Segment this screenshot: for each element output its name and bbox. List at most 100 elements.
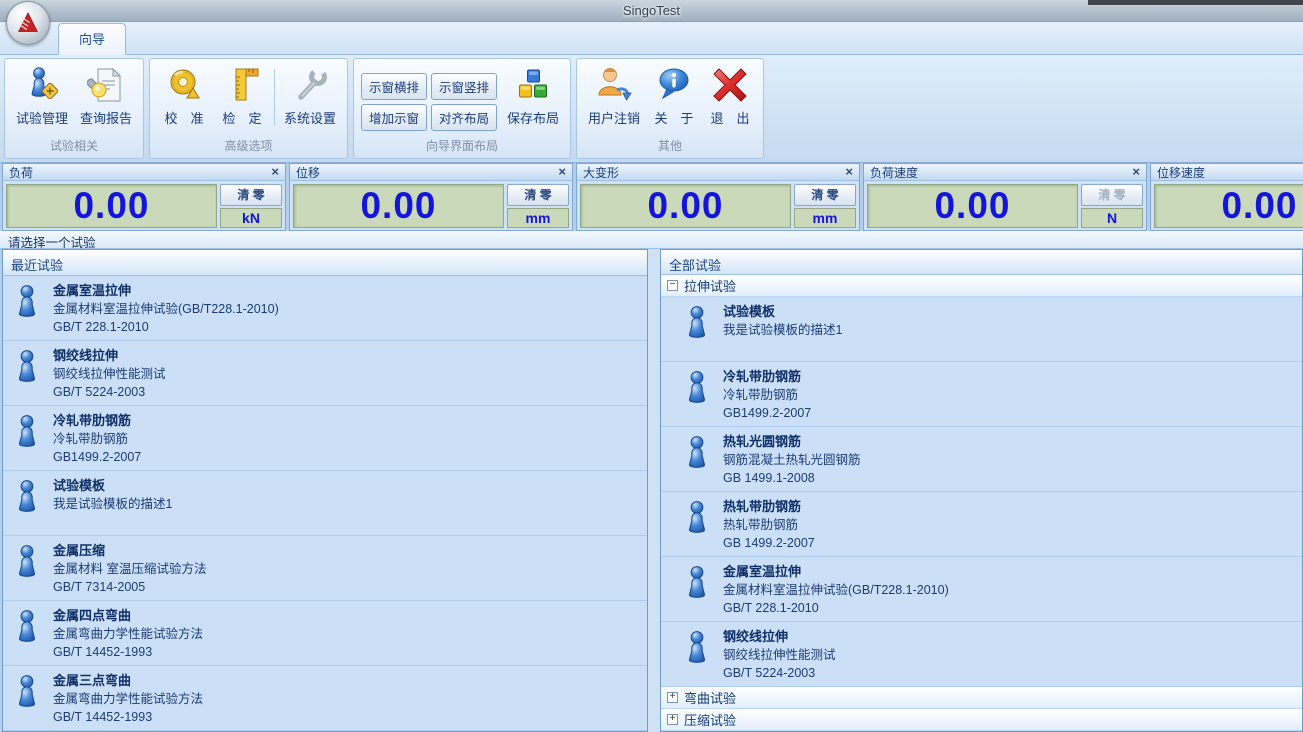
test-title: 冷轧带肋钢筋 — [723, 367, 811, 386]
test-list-item[interactable]: 试验模板 我是试验模板的描述1 — [661, 297, 1302, 362]
title-bar: SingoTest — [0, 0, 1303, 22]
gauge-large-deformation: 大变形 × 0.00 清 零 mm — [576, 163, 860, 231]
gauge-load-speed: 负荷速度 × 0.00 清 零 N — [863, 163, 1147, 231]
gauge-title: 负荷速度 — [870, 164, 918, 181]
test-description: 我是试验模板的描述1 — [723, 321, 842, 339]
test-standard: GB/T 228.1-2010 — [53, 318, 279, 336]
test-group-row[interactable]: + 压缩试验 — [661, 709, 1302, 731]
zero-button[interactable]: 清 零 — [794, 184, 856, 206]
user-logout-icon — [595, 66, 633, 104]
test-description: 金属材料 室温压缩试验方法 — [53, 560, 206, 578]
recent-tests-header: 最近试验 — [3, 250, 647, 276]
gauge-title: 位移速度 — [1157, 164, 1205, 181]
test-standard: GB/T 14452-1993 — [53, 708, 203, 726]
wrench-icon — [291, 66, 329, 104]
test-list-item[interactable]: 钢绞线拉伸 钢绞线拉伸性能测试 GB/T 5224-2003 — [3, 341, 647, 406]
test-list-item[interactable]: 金属三点弯曲 金属弯曲力学性能试验方法 GB/T 14452-1993 — [3, 666, 647, 731]
test-manager-icon — [23, 66, 61, 104]
system-settings-button[interactable]: 系统设置 — [278, 63, 342, 127]
query-report-icon — [87, 66, 125, 104]
pawn-icon — [683, 370, 711, 407]
test-standard: GB/T 5224-2003 — [53, 383, 166, 401]
unit-label: kN — [220, 208, 282, 228]
test-group-row[interactable]: − 拉伸试验 — [661, 275, 1302, 297]
test-title: 钢绞线拉伸 — [53, 346, 166, 365]
test-title: 热轧带肋钢筋 — [723, 497, 815, 516]
all-tests-header: 全部试验 — [661, 250, 1302, 275]
windows-vertical-button[interactable]: 示窗竖排 — [431, 73, 497, 100]
expander-icon[interactable]: + — [667, 692, 678, 703]
test-title: 金属室温拉伸 — [53, 281, 279, 300]
gauge-value: 0.00 — [580, 184, 791, 228]
all-tests-panel: 全部试验 − 拉伸试验 试验模板 我是试验模板的描述1 冷轧带肋钢筋 冷轧带肋钢… — [660, 249, 1303, 732]
select-test-prompt: 请选择一个试验 — [0, 231, 1303, 249]
expander-icon[interactable]: − — [667, 280, 678, 291]
group-separator — [274, 69, 275, 126]
panel-splitter[interactable] — [648, 249, 660, 732]
ribbon-group-test-related: 试验管理 查询报告 试验 — [4, 58, 144, 159]
save-layout-button[interactable]: 保存布局 — [501, 63, 565, 127]
pawn-icon — [13, 284, 41, 321]
test-list-item[interactable]: 热轧光圆钢筋 钢筋混凝土热轧光圆钢筋 GB 1499.1-2008 — [661, 427, 1302, 492]
expander-icon[interactable]: + — [667, 714, 678, 725]
test-manager-button[interactable]: 试验管理 — [10, 63, 74, 127]
group-caption-test-related: 试验相关 — [5, 136, 143, 158]
query-report-button[interactable]: 查询报告 — [74, 63, 138, 127]
user-logout-button[interactable]: 用户注销 — [582, 63, 646, 127]
test-list-item[interactable]: 金属室温拉伸 金属材料室温拉伸试验(GB/T228.1-2010) GB/T 2… — [661, 557, 1302, 622]
app-window: SingoTest 向导 试验 — [0, 0, 1303, 732]
gauge-value: 0.00 — [867, 184, 1078, 228]
close-icon[interactable]: × — [845, 166, 853, 178]
app-menu-button[interactable] — [6, 1, 50, 45]
ribbon: 试验管理 查询报告 试验 — [0, 55, 1303, 163]
calibrate-button[interactable]: 校 准 — [155, 63, 213, 127]
tape-measure-icon — [165, 66, 203, 104]
test-standard: GB/T 5224-2003 — [723, 664, 836, 682]
test-list-item[interactable]: 金属压缩 金属材料 室温压缩试验方法 GB/T 7314-2005 — [3, 536, 647, 601]
test-list-item[interactable]: 试验模板 我是试验模板的描述1 — [3, 471, 647, 536]
align-layout-button[interactable]: 对齐布局 — [431, 104, 497, 131]
test-title: 试验模板 — [53, 476, 172, 495]
test-list-item[interactable]: 冷轧带肋钢筋 冷轧带肋钢筋 GB1499.2-2007 — [3, 406, 647, 471]
test-title: 钢绞线拉伸 — [723, 627, 836, 646]
zero-button[interactable]: 清 零 — [220, 184, 282, 206]
test-group-row[interactable]: + 弯曲试验 — [661, 687, 1302, 709]
test-standard: GB1499.2-2007 — [53, 448, 141, 466]
test-title: 试验模板 — [723, 302, 842, 321]
main-area: 最近试验 金属室温拉伸 金属材料室温拉伸试验(GB/T228.1-2010) G… — [0, 249, 1303, 732]
add-window-button[interactable]: 增加示窗 — [361, 104, 427, 131]
all-tests-list: − 拉伸试验 试验模板 我是试验模板的描述1 冷轧带肋钢筋 冷轧带肋钢筋 GB1… — [661, 275, 1302, 731]
test-list-item[interactable]: 金属室温拉伸 金属材料室温拉伸试验(GB/T228.1-2010) GB/T 2… — [3, 276, 647, 341]
zero-button[interactable]: 清 零 — [507, 184, 569, 206]
test-list-item[interactable]: 热轧带肋钢筋 热轧带肋钢筋 GB 1499.2-2007 — [661, 492, 1302, 557]
gauge-value: 0.00 — [6, 184, 217, 228]
about-icon — [655, 66, 693, 104]
about-button[interactable]: 关 于 — [646, 63, 702, 127]
gauge-title: 大变形 — [583, 164, 619, 181]
close-icon[interactable]: × — [271, 166, 279, 178]
test-list-item[interactable]: 金属四点弯曲 金属弯曲力学性能试验方法 GB/T 14452-1993 — [3, 601, 647, 666]
test-description: 热轧带肋钢筋 — [723, 516, 815, 534]
pawn-icon — [13, 544, 41, 581]
close-icon[interactable]: × — [1132, 166, 1140, 178]
pawn-icon — [683, 565, 711, 602]
test-list-item[interactable]: 钢绞线拉伸 钢绞线拉伸性能测试 GB/T 5224-2003 — [661, 622, 1302, 687]
cubes-icon — [514, 66, 552, 104]
test-description: 钢筋混凝土热轧光圆钢筋 — [723, 451, 861, 469]
test-title: 金属三点弯曲 — [53, 671, 203, 690]
gauge-title: 位移 — [296, 164, 320, 181]
exit-button[interactable]: 退 出 — [702, 63, 758, 127]
pawn-icon — [13, 479, 41, 516]
windows-horizontal-button[interactable]: 示窗横排 — [361, 73, 427, 100]
zero-button[interactable]: 清 零 — [1081, 184, 1143, 206]
gauge-displacement-speed: 位移速度 × 0.00 清 零 — [1150, 163, 1303, 231]
tab-wizard[interactable]: 向导 — [58, 23, 126, 55]
test-list-item[interactable]: 冷轧带肋钢筋 冷轧带肋钢筋 GB1499.2-2007 — [661, 362, 1302, 427]
test-title: 热轧光圆钢筋 — [723, 432, 861, 451]
pawn-icon — [683, 305, 711, 342]
verify-button[interactable]: 检 定 — [213, 63, 271, 127]
unit-label: N — [1081, 208, 1143, 228]
test-standard: GB/T 14452-1993 — [53, 643, 203, 661]
close-icon[interactable]: × — [558, 166, 566, 178]
unit-label: mm — [507, 208, 569, 228]
